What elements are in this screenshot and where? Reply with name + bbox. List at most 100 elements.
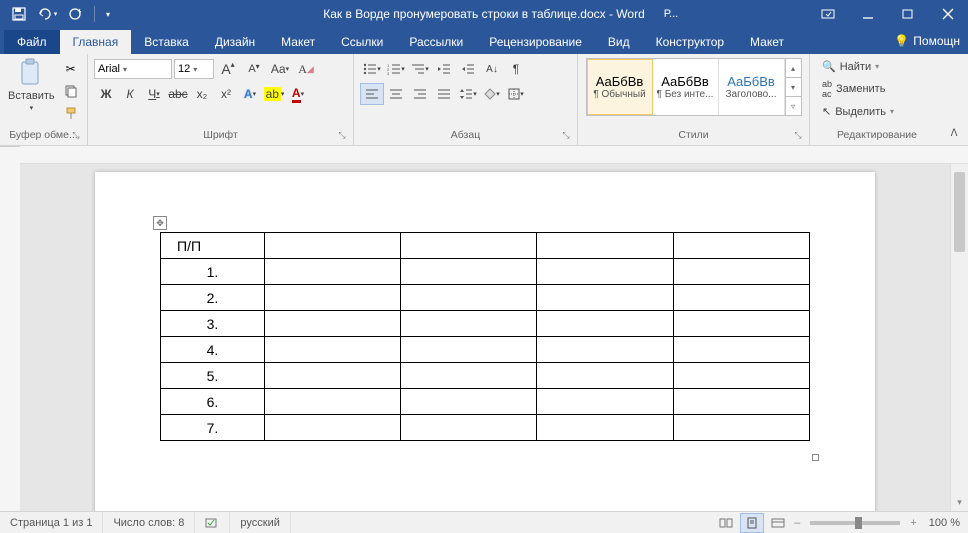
shading-icon[interactable]: ▾ (480, 83, 504, 105)
table-move-handle-icon[interactable]: ✥ (153, 216, 167, 230)
ruler-horizontal[interactable] (20, 146, 968, 164)
paste-button[interactable]: Вставить ▾ (8, 58, 55, 112)
tab-home[interactable]: Главная (60, 30, 132, 54)
font-name-combo[interactable]: Arial▾ (94, 59, 172, 79)
align-right-icon[interactable] (408, 83, 432, 105)
line-spacing-icon[interactable]: ▾ (456, 83, 480, 105)
gallery-down-icon[interactable]: ▾ (786, 78, 801, 97)
find-button[interactable]: 🔍Найти▾ (818, 58, 898, 75)
tab-design[interactable]: Дизайн (202, 30, 268, 54)
minimize-icon[interactable] (848, 0, 888, 28)
paragraph-launcher-icon[interactable]: ⤡ (561, 130, 571, 140)
scroll-down-icon[interactable]: ▾ (951, 494, 968, 511)
status-page[interactable]: Страница 1 из 1 (0, 512, 103, 533)
tell-me-icon[interactable]: 💡 (894, 34, 909, 48)
gallery-up-icon[interactable]: ▴ (786, 59, 801, 78)
replace-button[interactable]: abacЗаменить (818, 77, 898, 101)
header-cell[interactable]: П/П (161, 233, 265, 259)
scroll-thumb[interactable] (954, 172, 965, 252)
show-marks-icon[interactable]: ¶ (504, 58, 528, 80)
close-icon[interactable] (928, 0, 968, 28)
view-print-icon[interactable] (740, 513, 764, 533)
gallery-more-icon[interactable]: ▿ (786, 97, 801, 115)
clipboard-launcher-icon[interactable]: ⤡ (71, 130, 81, 140)
group-styles-label: Стили (678, 129, 708, 141)
search-icon: 🔍 (822, 60, 836, 73)
qat-customize-icon[interactable]: ▾ (101, 2, 115, 26)
grow-font-icon[interactable]: A▴ (216, 58, 240, 80)
highlight-icon[interactable]: ab▾ (262, 83, 286, 105)
view-read-icon[interactable] (714, 513, 738, 533)
style-normal[interactable]: АаБбВв¶ Обычный (587, 59, 653, 115)
view-web-icon[interactable] (766, 513, 790, 533)
page[interactable]: ✥ П/П 1. 2. 3. 4. 5. 6. 7. (95, 172, 875, 511)
align-left-icon[interactable] (360, 83, 384, 105)
font-color-icon[interactable]: A▾ (286, 83, 310, 105)
styles-gallery[interactable]: АаБбВв¶ Обычный АаБбВв¶ Без инте... АаБб… (586, 58, 802, 116)
numbering-icon[interactable]: 123▾ (384, 58, 408, 80)
tab-references[interactable]: Ссылки (328, 30, 396, 54)
text-effects-icon[interactable]: A▾ (238, 83, 262, 105)
tab-layout[interactable]: Макет (268, 30, 328, 54)
group-font-label: Шрифт (203, 129, 238, 141)
status-spellcheck[interactable] (195, 512, 230, 533)
tell-me-label[interactable]: Помощн (913, 34, 960, 48)
table-row: 5. (161, 363, 810, 389)
underline-button[interactable]: Ч▾ (142, 83, 166, 105)
ribbon-options-icon[interactable] (808, 0, 848, 28)
tab-review[interactable]: Рецензирование (476, 30, 595, 54)
zoom-in-button[interactable]: + (908, 517, 918, 529)
collapse-ribbon-icon[interactable]: ᐱ (944, 123, 964, 143)
subscript-button[interactable]: x₂ (190, 83, 214, 105)
italic-button[interactable]: К (118, 83, 142, 105)
bullets-icon[interactable]: ▾ (360, 58, 384, 80)
format-painter-icon[interactable] (61, 104, 81, 122)
strike-button[interactable]: abc (166, 83, 190, 105)
font-launcher-icon[interactable]: ⤡ (337, 130, 347, 140)
zoom-out-button[interactable]: – (792, 517, 802, 529)
tab-file[interactable]: Файл (4, 30, 60, 54)
multilevel-icon[interactable]: ▾ (408, 58, 432, 80)
decrease-indent-icon[interactable] (432, 58, 456, 80)
bold-button[interactable]: Ж (94, 83, 118, 105)
status-language[interactable]: русский (230, 512, 290, 533)
table-resize-handle-icon[interactable] (812, 454, 819, 461)
user-table[interactable]: П/П 1. 2. 3. 4. 5. 6. 7. (160, 232, 810, 441)
copy-icon[interactable] (61, 82, 81, 100)
undo-icon[interactable]: ▾ (34, 2, 60, 26)
style-heading1[interactable]: АаБбВвЗаголово... (719, 59, 785, 115)
table-row: 1. (161, 259, 810, 285)
select-button[interactable]: ↖Выделить▾ (818, 103, 898, 120)
align-center-icon[interactable] (384, 83, 408, 105)
ruler-vertical[interactable] (0, 146, 20, 511)
superscript-button[interactable]: x² (214, 83, 238, 105)
clear-formatting-icon[interactable]: A◢ (294, 58, 318, 80)
borders-icon[interactable]: ▾ (504, 83, 528, 105)
group-paragraph-label: Абзац (451, 129, 480, 141)
table-row: 4. (161, 337, 810, 363)
font-size-combo[interactable]: 12▾ (174, 59, 214, 79)
tab-table-layout[interactable]: Макет (737, 30, 797, 54)
quick-access-toolbar: ▾ ▾ (0, 2, 115, 26)
save-icon[interactable] (6, 2, 32, 26)
increase-indent-icon[interactable] (456, 58, 480, 80)
zoom-level[interactable]: 100 % (921, 517, 960, 529)
shrink-font-icon[interactable]: A▾ (242, 58, 266, 80)
style-no-spacing[interactable]: АаБбВв¶ Без инте... (653, 59, 719, 115)
status-word-count[interactable]: Число слов: 8 (103, 512, 195, 533)
ribbon-display[interactable]: Р... (654, 0, 688, 28)
change-case-icon[interactable]: Aa▾ (268, 58, 292, 80)
cut-icon[interactable]: ✂ (61, 60, 81, 78)
tab-insert[interactable]: Вставка (131, 30, 202, 54)
tab-mailings[interactable]: Рассылки (396, 30, 476, 54)
document-scroll[interactable]: ✥ П/П 1. 2. 3. 4. 5. 6. 7. (20, 164, 950, 511)
justify-icon[interactable] (432, 83, 456, 105)
tab-view[interactable]: Вид (595, 30, 643, 54)
zoom-slider[interactable] (810, 521, 900, 525)
styles-launcher-icon[interactable]: ⤡ (793, 130, 803, 140)
tab-table-design[interactable]: Конструктор (643, 30, 737, 54)
vertical-scrollbar[interactable]: ▾ (950, 164, 968, 511)
maximize-icon[interactable] (888, 0, 928, 28)
redo-icon[interactable] (62, 2, 88, 26)
sort-icon[interactable]: A↓ (480, 58, 504, 80)
